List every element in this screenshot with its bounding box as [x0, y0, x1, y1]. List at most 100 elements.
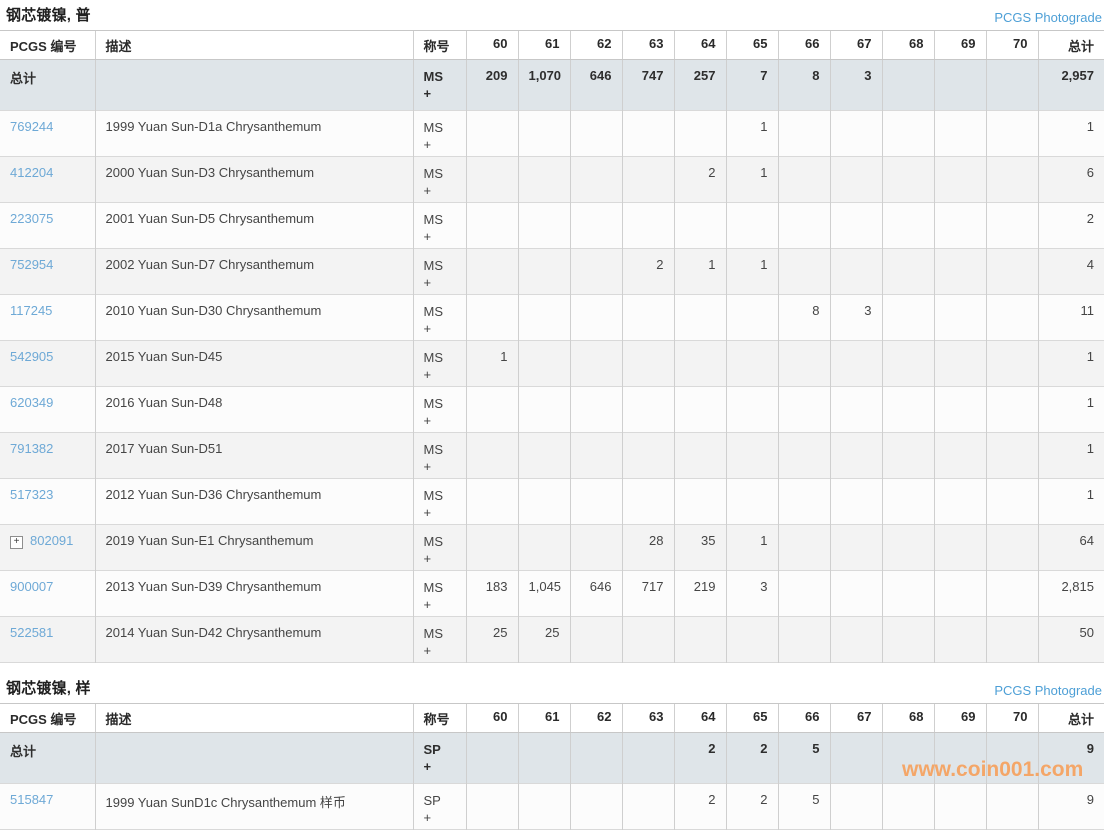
grade-cell: [570, 157, 622, 203]
grade-cell: [778, 479, 830, 525]
grade-cell: [726, 433, 778, 479]
pcgs-number-link[interactable]: 752954: [10, 257, 53, 272]
col-header-70: 70: [986, 704, 1038, 733]
photograde-link-specimen[interactable]: PCGS Photograde: [994, 683, 1102, 698]
row-total-cell: 4: [1038, 249, 1104, 295]
grade-cell: 219: [674, 571, 726, 617]
grade-cell: [622, 203, 674, 249]
pcgs-number-link[interactable]: 522581: [10, 625, 53, 640]
grade-cell: [518, 341, 570, 387]
grade-cell: 2: [726, 784, 778, 830]
grade-cell: [726, 387, 778, 433]
pcgs-number-link[interactable]: 412204: [10, 165, 53, 180]
pcgs-number-link[interactable]: 517323: [10, 487, 53, 502]
grade-cell: 747: [622, 60, 674, 111]
grade-cell: [466, 111, 518, 157]
table-header-row: PCGS 编号 描述 称号 60 61 62 63 64 65 66 67 68…: [0, 31, 1104, 60]
designation-cell: MS +: [413, 525, 466, 571]
grade-cell: 717: [622, 571, 674, 617]
col-header-65: 65: [726, 704, 778, 733]
grade-cell: [466, 157, 518, 203]
col-header-64: 64: [674, 31, 726, 60]
grade-cell: [986, 617, 1038, 663]
grade-cell: 1: [726, 157, 778, 203]
designation-cell: MS +: [413, 571, 466, 617]
designation-cell: MS +: [413, 387, 466, 433]
grade-cell: [830, 617, 882, 663]
table-row: 515847 1999 Yuan SunD1c Chrysanthemum 样币…: [0, 784, 1104, 830]
designation-cell: MS +: [413, 203, 466, 249]
grade-cell: [570, 784, 622, 830]
grade-cell: [778, 341, 830, 387]
col-header-68: 68: [882, 31, 934, 60]
grade-cell: [674, 341, 726, 387]
row-total-cell: 2: [1038, 203, 1104, 249]
designation-cell: MS +: [413, 617, 466, 663]
grade-cell: [518, 203, 570, 249]
pcgs-number-link[interactable]: 542905: [10, 349, 53, 364]
pcgs-number-link[interactable]: 117245: [10, 303, 52, 318]
col-header-60: 60: [466, 704, 518, 733]
col-header-total: 总计: [1038, 31, 1104, 60]
grade-cell: [882, 203, 934, 249]
grade-cell: [830, 387, 882, 433]
grade-cell: 25: [518, 617, 570, 663]
pcgs-number-link[interactable]: 769244: [10, 119, 53, 134]
row-total-cell: 1: [1038, 387, 1104, 433]
col-header-description: 描述: [95, 31, 413, 60]
grade-cell: [778, 249, 830, 295]
photograde-link-regular[interactable]: PCGS Photograde: [994, 10, 1102, 25]
grade-cell: 8: [778, 60, 830, 111]
table-row: 412204 2000 Yuan Sun-D3 Chrysanthemum MS…: [0, 157, 1104, 203]
grade-cell: [518, 525, 570, 571]
grade-cell: [830, 111, 882, 157]
designation-cell: MS +: [413, 157, 466, 203]
pcgs-number-link[interactable]: 900007: [10, 579, 53, 594]
col-header-pcgs-number: PCGS 编号: [0, 704, 95, 733]
row-total-cell: 2,815: [1038, 571, 1104, 617]
table-title-regular: 钢芯镀镍, 普: [6, 4, 91, 25]
pcgs-number-link[interactable]: 620349: [10, 395, 53, 410]
grade-cell: [830, 341, 882, 387]
grade-cell: [830, 157, 882, 203]
grade-cell: 25: [466, 617, 518, 663]
col-header-62: 62: [570, 704, 622, 733]
grade-cell: [934, 60, 986, 111]
table-row: 791382 2017 Yuan Sun-D51 MS + 1: [0, 433, 1104, 479]
row-total-cell: 64: [1038, 525, 1104, 571]
pcgs-number-link[interactable]: 515847: [10, 792, 53, 807]
grade-cell: [934, 157, 986, 203]
grade-cell: 2: [674, 784, 726, 830]
grade-cell: [570, 249, 622, 295]
col-header-66: 66: [778, 31, 830, 60]
pcgs-number-link[interactable]: 791382: [10, 441, 53, 456]
coin-description: 2000 Yuan Sun-D3 Chrysanthemum: [95, 157, 413, 203]
grade-cell: [830, 203, 882, 249]
grade-cell: [726, 203, 778, 249]
grade-cell: [570, 479, 622, 525]
grade-cell: [466, 479, 518, 525]
totals-desc-cell: [95, 733, 413, 784]
population-table-regular: PCGS 编号 描述 称号 60 61 62 63 64 65 66 67 68…: [0, 30, 1104, 663]
row-total-cell: 1: [1038, 433, 1104, 479]
grade-cell: [622, 341, 674, 387]
designation-cell: MS +: [413, 433, 466, 479]
grade-cell: 1: [466, 341, 518, 387]
totals-total-cell: 2,957: [1038, 60, 1104, 111]
grade-cell: [986, 571, 1038, 617]
grade-cell: [726, 295, 778, 341]
pcgs-number-link[interactable]: 223075: [10, 211, 53, 226]
grade-cell: 183: [466, 571, 518, 617]
grade-cell: [882, 433, 934, 479]
grade-cell: [518, 249, 570, 295]
grade-cell: [778, 433, 830, 479]
grade-cell: [622, 733, 674, 784]
coin-description: 1999 Yuan Sun-D1a Chrysanthemum: [95, 111, 413, 157]
grade-cell: [466, 733, 518, 784]
grade-cell: [986, 341, 1038, 387]
pcgs-number-link[interactable]: 802091: [30, 533, 73, 548]
grade-cell: [934, 295, 986, 341]
expand-row-icon[interactable]: +: [10, 536, 23, 549]
grade-cell: [518, 157, 570, 203]
grade-cell: [830, 784, 882, 830]
